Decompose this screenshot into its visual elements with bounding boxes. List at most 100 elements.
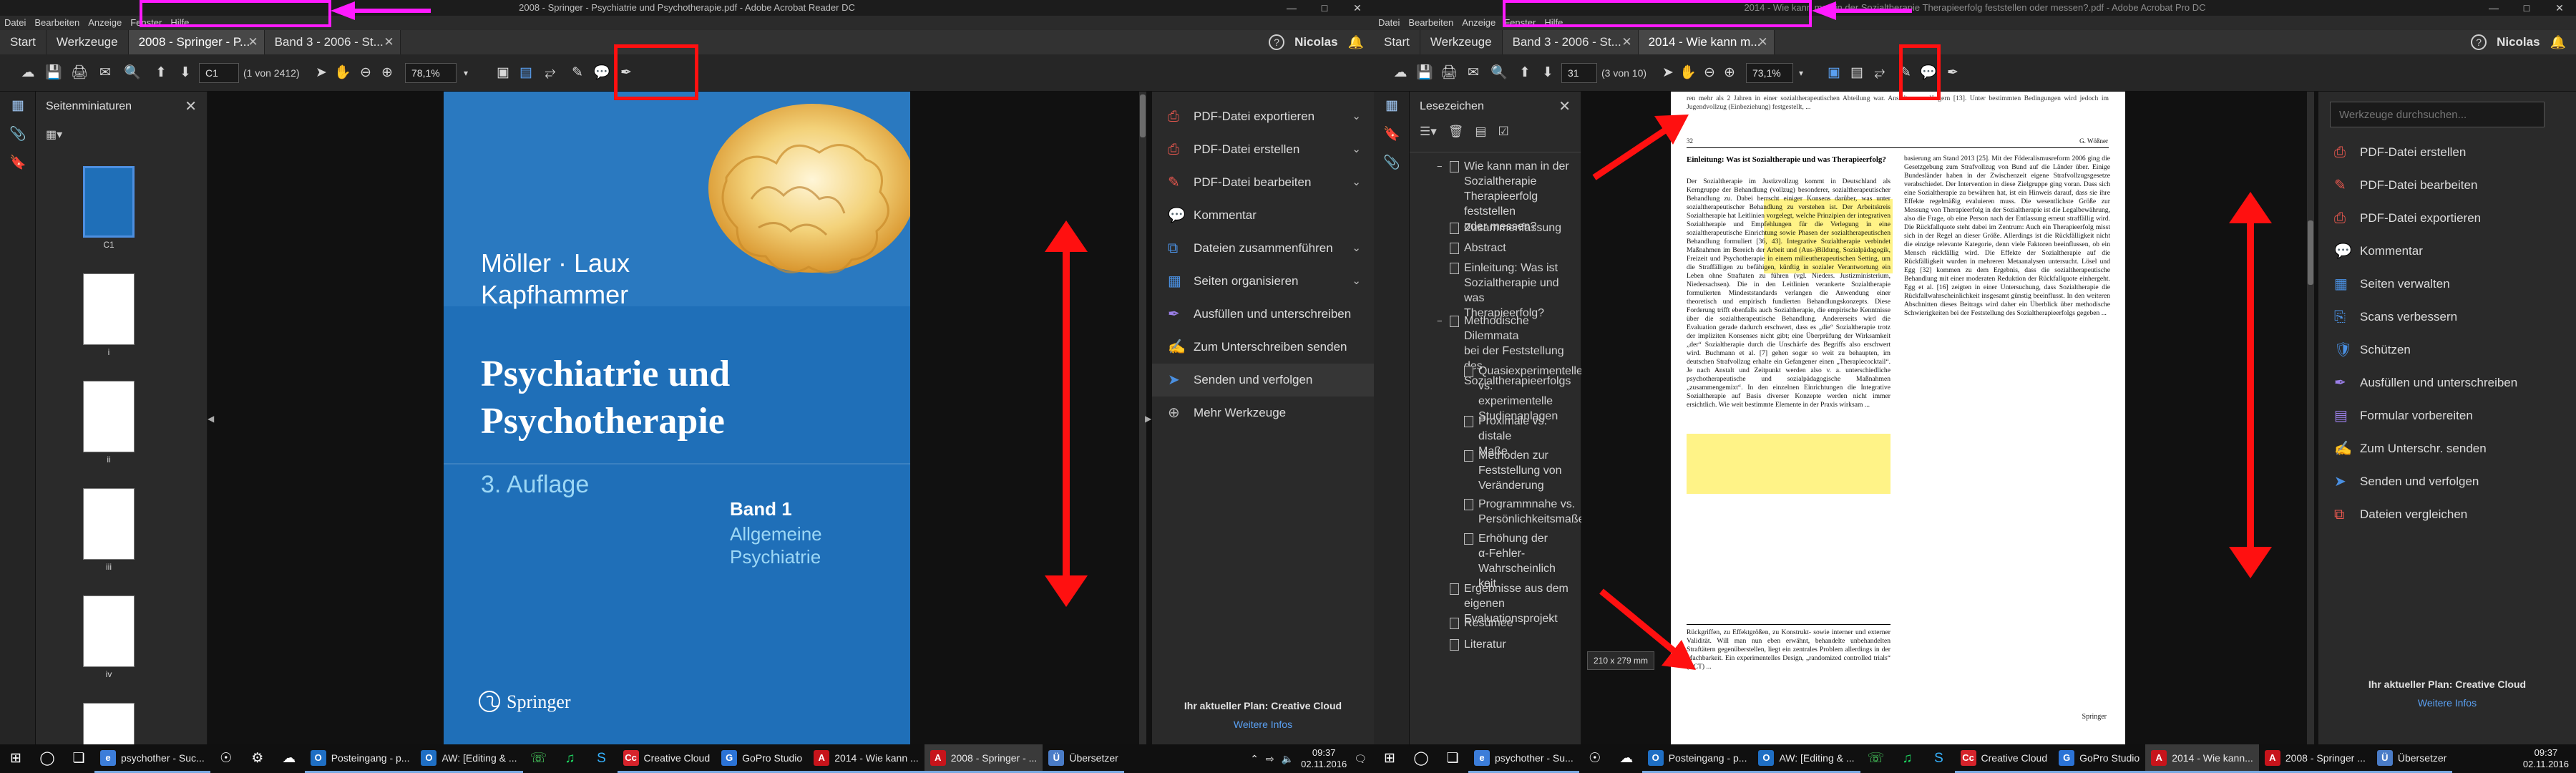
close-icon[interactable]: ✕ (2543, 0, 2576, 16)
taskbar-app[interactable]: e psychother - Su... (1468, 744, 1579, 773)
start-icon[interactable]: ⊞ (1374, 744, 1405, 773)
document-view[interactable]: ◀ Möller · Laux Kapfhammer Psychiatrie u… (208, 92, 1152, 773)
taskbar-app[interactable]: Ü Übersetzer (1043, 744, 1124, 773)
zoom-in-icon[interactable]: ⊕ (378, 64, 396, 82)
tools-search-input[interactable] (2330, 102, 2545, 127)
tab-document-2[interactable]: Band 3 - 2006 - St... ✕ (264, 30, 401, 54)
cortana-icon[interactable]: ◯ (31, 744, 63, 773)
task-view-icon[interactable]: ❏ (63, 744, 94, 773)
search-icon[interactable]: 🔍 (123, 64, 142, 82)
select-cursor-icon[interactable]: ➤ (1659, 64, 1677, 82)
tool-item-9[interactable]: ⊕ Mehr Werkzeuge (1152, 397, 1374, 429)
notification-bell-icon[interactable]: 🔔 (2550, 35, 2566, 50)
tool-item-0[interactable]: ⎙ PDF-Datei exportieren ⌄ (1152, 100, 1374, 133)
bookmarks-icon[interactable]: 🔖 (1374, 120, 1410, 149)
tool-item-3[interactable]: 💬 Kommentar (1152, 199, 1374, 232)
vertical-scrollbar[interactable] (2307, 92, 2314, 744)
menu-file[interactable]: Datei (1378, 16, 1400, 30)
taskbar-app[interactable]: Cc Creative Cloud (617, 744, 716, 773)
full-screen-icon[interactable]: ⥂ (1870, 64, 1889, 82)
close-tab-icon[interactable]: ✕ (248, 30, 258, 54)
collapse-toggle-icon[interactable]: − (1437, 313, 1443, 329)
print-icon[interactable]: 🖨 (1440, 64, 1458, 82)
close-tab-icon[interactable]: ✕ (1621, 30, 1631, 54)
taskbar-app[interactable]: G GoPro Studio (716, 744, 809, 773)
help-icon[interactable]: ? (1269, 34, 1285, 50)
page-number-input[interactable] (1561, 63, 1597, 83)
thumbnail-page[interactable]: iii (83, 488, 135, 572)
taskbar-app[interactable]: Ü Übersetzer (2371, 744, 2453, 773)
bookmarks-icon[interactable]: 🔖 (0, 149, 36, 178)
tool-item-3[interactable]: 💬 Kommentar (2318, 235, 2576, 268)
taskbar-app[interactable]: Cc Creative Cloud (1954, 744, 2054, 773)
clock[interactable]: 09:37 02.11.2016 (2523, 747, 2569, 770)
bookmark-item[interactable]: Zusammenfassung (1450, 220, 1581, 235)
hand-tool-icon[interactable]: ✋ (333, 64, 352, 82)
bookmark-item[interactable]: Methoden zur Feststellung von Veränderun… (1464, 448, 1581, 493)
taskbar-app[interactable]: O Posteingang - p... (304, 744, 416, 773)
cloud-upload-icon[interactable]: ☁ (1391, 64, 1410, 82)
tool-item-7[interactable]: ✍ Zum Unterschreiben senden (1152, 331, 1374, 364)
tab-document-1[interactable]: Band 3 - 2006 - St... ✕ (1502, 30, 1639, 54)
close-panel-icon[interactable]: ✕ (1558, 92, 1571, 122)
tool-item-1[interactable]: ✎ PDF-Datei bearbeiten (2318, 169, 2576, 202)
plan-link[interactable]: Weitere Infos (2318, 697, 2576, 709)
bookmark-item[interactable]: Programmnahe vs. Persönlichkeitsmaße (1464, 497, 1585, 527)
tool-item-8[interactable]: ▤ Formular vorbereiten (2318, 399, 2576, 432)
network-icon[interactable]: ⇨ (1266, 753, 1274, 765)
full-screen-icon[interactable]: ⥂ (541, 64, 560, 82)
spotify-icon[interactable]: ♫ (1892, 744, 1923, 773)
maximize-icon[interactable]: □ (2510, 0, 2543, 16)
thumbnail-page[interactable]: ii (83, 381, 135, 465)
whatsapp-icon[interactable]: ☏ (523, 744, 555, 773)
steam-icon[interactable]: ⚙ (242, 744, 273, 773)
collapse-left-icon[interactable]: ◀ (208, 414, 215, 424)
xbox-icon[interactable]: ☉ (1579, 744, 1611, 773)
clock[interactable]: 09:37 02.11.2016 (1301, 747, 1347, 770)
page-down-icon[interactable]: ⬇ (1538, 64, 1557, 82)
scrollbar-thumb[interactable] (1140, 94, 1146, 137)
save-icon[interactable]: 💾 (44, 64, 63, 82)
scroll-mode-icon[interactable]: ▤ (517, 64, 535, 82)
hand-tool-icon[interactable]: ✋ (1679, 64, 1697, 82)
maximize-icon[interactable]: □ (1308, 0, 1341, 16)
page-thumbnails-icon[interactable]: ▦ (0, 92, 36, 120)
tool-item-4[interactable]: ⧉ Dateien zusammenführen ⌄ (1152, 232, 1374, 265)
menu-file[interactable]: Datei (4, 16, 26, 30)
tool-item-6[interactable]: ✒ Ausfüllen und unterschreiben (1152, 298, 1374, 331)
email-icon[interactable]: ✉ (96, 64, 114, 82)
cloud-upload-icon[interactable]: ☁ (19, 64, 37, 82)
tab-tools[interactable]: Werkzeuge (47, 30, 129, 54)
plan-link[interactable]: Weitere Infos (1152, 719, 1374, 730)
page-number-input[interactable] (199, 63, 239, 83)
tool-item-5[interactable]: ▦ Seiten organisieren ⌄ (1152, 265, 1374, 298)
thumbnail-options-icon[interactable]: ▦▾ (46, 127, 62, 142)
tab-tools[interactable]: Werkzeuge (1420, 30, 1503, 54)
taskbar-app[interactable]: O AW: [Editing & ... (1752, 744, 1860, 773)
taskbar-app[interactable]: A 2014 - Wie kann ... (808, 744, 924, 773)
fit-page-icon[interactable]: ▣ (494, 64, 512, 82)
menu-edit[interactable]: Bearbeiten (1408, 16, 1453, 30)
spotify-icon[interactable]: ♫ (555, 744, 586, 773)
zoom-in-icon[interactable]: ⊕ (1720, 64, 1739, 82)
scroll-mode-icon[interactable]: ▤ (1848, 64, 1866, 82)
close-panel-icon[interactable]: ✕ (185, 92, 197, 122)
tab-document-2[interactable]: 2014 - Wie kann m... ✕ (1638, 30, 1775, 54)
xbox-icon[interactable]: ☉ (210, 744, 242, 773)
tool-item-5[interactable]: ⎘ Scans verbessern (2318, 301, 2576, 334)
menu-view[interactable]: Anzeige (1462, 16, 1496, 30)
taskbar-app[interactable]: e psychother - Suc... (94, 744, 210, 773)
thumbnail-page[interactable]: iv (83, 595, 135, 679)
taskbar-app[interactable]: A 2008 - Springer - ... (924, 744, 1043, 773)
highlight-text-icon[interactable]: ✎ (568, 64, 587, 82)
collapse-right-icon[interactable]: ▶ (1145, 414, 1152, 424)
collapse-toggle-icon[interactable]: − (1437, 159, 1443, 174)
bookmark-options-icon[interactable]: ☰▾ (1420, 125, 1437, 139)
new-bookmark-icon[interactable]: ▤ (1475, 125, 1486, 139)
thumbnail-page[interactable]: i (83, 273, 135, 357)
scrollbar-thumb[interactable] (2308, 220, 2313, 285)
tab-document-1[interactable]: 2008 - Springer - P... ✕ (128, 30, 265, 54)
page-thumbnails-icon[interactable]: ▦ (1374, 92, 1410, 120)
taskbar-app[interactable]: O Posteingang - p... (1641, 744, 1753, 773)
onedrive-icon[interactable]: ☁ (1611, 744, 1642, 773)
